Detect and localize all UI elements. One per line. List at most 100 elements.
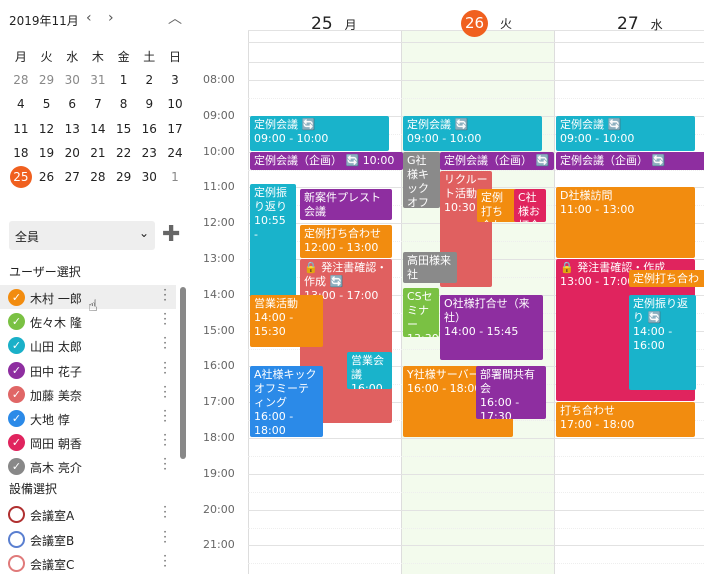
mini-calendar-day[interactable]: 30 <box>59 73 85 87</box>
mini-calendar-day[interactable]: 17 <box>162 122 188 136</box>
checkbox-icon[interactable]: ✓ <box>8 313 25 331</box>
mini-calendar-day[interactable]: 2 <box>136 73 162 87</box>
day-header[interactable]: 25 月 <box>311 14 357 34</box>
calendar-event[interactable]: 部署間共有会 16:00 - 17:30 <box>476 366 546 420</box>
calendar-event[interactable]: 高田様来社 <box>403 251 457 284</box>
calendar-event[interactable]: 定例打ち合わせ <box>629 269 704 287</box>
mini-calendar-day[interactable]: 27 <box>59 170 85 184</box>
mini-calendar-day[interactable]: 29 <box>111 170 137 184</box>
mini-calendar-day[interactable]: 8 <box>111 97 137 111</box>
radio-ring-icon[interactable] <box>8 530 25 548</box>
mini-calendar-day[interactable]: 7 <box>85 97 111 111</box>
calendar-event[interactable]: 新案件プレスト会議 <box>300 189 392 221</box>
more-vert-icon[interactable]: · · · <box>162 308 168 330</box>
mini-calendar-day[interactable]: 24 <box>162 146 188 160</box>
user-row[interactable]: ✓ 高木 亮介 · · · <box>0 453 176 478</box>
group-select[interactable]: 全員 ⌄ <box>9 221 155 250</box>
calendar-event[interactable]: 定例会議（企画） 🔄 10:00 <box>440 151 554 171</box>
add-icon[interactable]: ✚ <box>162 222 180 248</box>
mini-calendar-day[interactable]: 22 <box>111 146 137 160</box>
day-header[interactable]: 26 火 <box>461 10 512 37</box>
checkbox-icon[interactable]: ✓ <box>8 337 25 355</box>
checkbox-icon[interactable]: ✓ <box>8 361 25 379</box>
mini-calendar-day[interactable]: 14 <box>85 122 111 136</box>
more-vert-icon[interactable]: · · · <box>162 429 168 451</box>
mini-calendar-day[interactable]: 4 <box>8 97 34 111</box>
checkbox-icon[interactable]: ✓ <box>8 458 25 476</box>
mini-calendar-day[interactable]: 29 <box>34 73 60 87</box>
user-list-scrollbar[interactable] <box>180 287 186 459</box>
calendar-event[interactable]: 定例会議（企画） 🔄 10:00 <box>250 151 403 171</box>
mini-calendar-day[interactable]: 6 <box>59 97 85 111</box>
mini-calendar-today[interactable]: 25 <box>8 166 34 189</box>
user-row[interactable]: ✓ 田中 花子 · · · <box>0 357 176 382</box>
calendar-event[interactable]: 定例打ち合わせ 12:00 - 13:00 <box>300 224 392 258</box>
radio-ring-icon[interactable] <box>8 555 25 572</box>
chevron-up-icon[interactable]: ︿ <box>168 8 182 28</box>
calendar-event[interactable]: 定例会議 🔄 09:00 - 10:00 <box>403 115 542 151</box>
checkbox-icon[interactable]: ✓ <box>8 385 25 403</box>
calendar-event[interactable]: C社様お打合せ <box>514 189 546 223</box>
checkbox-icon[interactable]: ✓ <box>8 410 25 427</box>
calendar-event[interactable]: 営業活動 14:00 - 15:30 <box>250 294 323 348</box>
more-vert-icon[interactable]: · · · <box>162 381 168 403</box>
mini-calendar-day[interactable]: 26 <box>34 170 60 184</box>
calendar-event[interactable]: 定例振り返り 🔄 14:00 - 16:00 <box>629 294 696 391</box>
more-vert-icon[interactable]: · · · <box>162 284 168 306</box>
mini-calendar-day[interactable]: 19 <box>34 146 60 160</box>
radio-ring-icon[interactable] <box>8 506 25 523</box>
calendar-event[interactable]: A社様キックオフミーティング 16:00 - 18:00 <box>250 366 323 437</box>
mini-calendar-day[interactable]: 28 <box>85 170 111 184</box>
more-vert-icon[interactable]: · · · <box>162 501 168 523</box>
user-row[interactable]: ✓ 加藤 美奈 · · · <box>0 381 176 406</box>
more-vert-icon[interactable]: · · · <box>162 332 168 354</box>
facility-row[interactable]: 会議室C · · · <box>0 550 176 574</box>
mini-calendar-day[interactable]: 18 <box>8 146 34 160</box>
mini-calendar-day[interactable]: 31 <box>85 73 111 87</box>
checkbox-icon[interactable]: ✓ <box>8 289 25 306</box>
day-header[interactable]: 27 水 <box>617 14 663 34</box>
user-row[interactable]: ✓ 大地 惇 · · · <box>0 405 176 430</box>
facility-row[interactable]: 会議室B · · · <box>0 526 176 551</box>
calendar-event[interactable]: 定例会議（企画） 🔄 <box>556 151 704 171</box>
more-vert-icon[interactable]: · · · <box>162 357 168 379</box>
mini-calendar-day[interactable]: 10 <box>162 97 188 111</box>
mini-calendar-day[interactable]: 11 <box>8 122 34 136</box>
mini-calendar-day[interactable]: 1 <box>111 73 137 87</box>
calendar-event[interactable]: 打ち合わせ 17:00 - 18:00 <box>556 402 695 437</box>
mini-calendar-day[interactable]: 12 <box>34 122 60 136</box>
user-row[interactable]: ✓ 岡田 朝香 · · · <box>0 429 176 454</box>
mini-calendar-day[interactable]: 21 <box>85 146 111 160</box>
checkbox-icon[interactable]: ✓ <box>8 434 25 452</box>
day-number: 28 <box>13 73 29 88</box>
mini-calendar-day[interactable]: 5 <box>34 97 60 111</box>
facility-row[interactable]: 会議室A · · · <box>0 501 176 526</box>
mini-calendar-day[interactable]: 23 <box>136 146 162 160</box>
calendar-event[interactable]: 定例会議 🔄 09:00 - 10:00 <box>556 115 695 151</box>
more-vert-icon[interactable]: · · · <box>162 405 168 427</box>
mini-calendar-day[interactable]: 20 <box>59 146 85 160</box>
mini-calendar-title: 2019年11月 <box>9 14 79 28</box>
more-vert-icon[interactable]: · · · <box>162 526 168 548</box>
calendar-event[interactable]: 定例会議 🔄 09:00 - 10:00 <box>250 115 389 151</box>
calendar-event[interactable]: 営業会議 16:00 <box>347 352 392 389</box>
mini-calendar-day[interactable]: 28 <box>8 73 34 87</box>
mini-calendar-day[interactable]: 1 <box>162 170 188 184</box>
more-vert-icon[interactable]: · · · <box>162 550 168 572</box>
chevron-left-icon[interactable]: ‹ <box>86 10 92 26</box>
mini-calendar-day[interactable]: 13 <box>59 122 85 136</box>
user-row[interactable]: ✓ 山田 太郎 · · · <box>0 332 176 357</box>
mini-calendar-day[interactable]: 30 <box>136 170 162 184</box>
calendar-event[interactable]: D社様訪問 11:00 - 13:00 <box>556 187 695 258</box>
calendar-event[interactable]: CSセミナー13:30 <box>403 287 439 337</box>
more-vert-icon[interactable]: · · · <box>162 453 168 475</box>
mini-calendar-day[interactable]: 15 <box>111 122 137 136</box>
week-row: 11 12 13 14 15 16 17 <box>8 117 188 141</box>
mini-calendar-day[interactable]: 3 <box>162 73 188 87</box>
mini-calendar-day[interactable]: 16 <box>136 122 162 136</box>
mini-calendar-day[interactable]: 9 <box>136 97 162 111</box>
chevron-right-icon[interactable]: › <box>108 10 114 26</box>
calendar-event[interactable]: O社様打合せ（来社） 14:00 - 15:45 <box>440 294 543 361</box>
calendar-event[interactable]: 定例打ち合わせ <box>477 189 516 223</box>
calendar-event[interactable]: G社様キックオフミーティング <box>403 151 440 208</box>
